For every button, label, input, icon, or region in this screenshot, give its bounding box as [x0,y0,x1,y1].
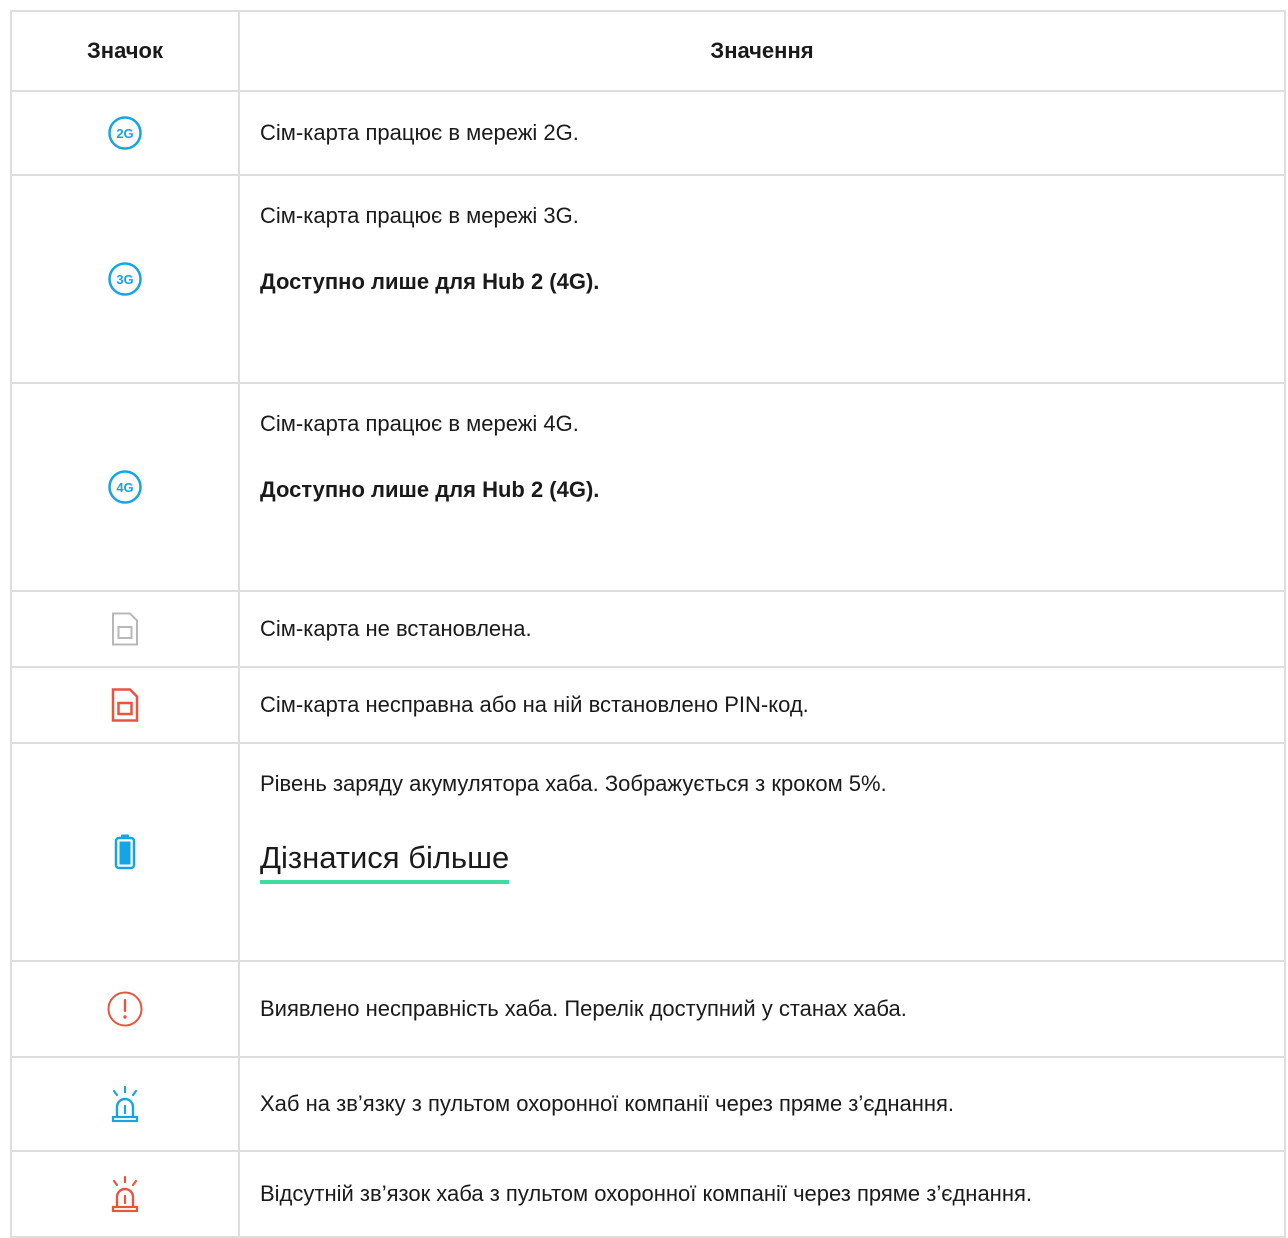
meaning-cell: Сім-карта не встановлена. [238,590,1286,668]
table-row: Рівень заряду акумулятора хаба. Зображує… [10,742,1286,962]
icon-cell [10,1056,240,1152]
icons-table: Значок Значення 2G Сім-карта працює в ме… [10,10,1286,1238]
table-row: Сім-карта не встановлена. [10,590,1286,668]
row-text: Сім-карта працює в мережі 4G. [260,411,579,436]
row-text: Сім-карта несправна або на ній встановле… [260,692,809,717]
meaning-cell: Сім-карта несправна або на ній встановле… [238,666,1286,744]
row-note: Доступно лише для Hub 2 (4G). [260,269,600,294]
learn-more-link[interactable]: Дізнатися більше [260,839,510,884]
meaning-cell: Сім-карта працює в мережі 3G. Доступно л… [238,174,1286,384]
meaning-cell: Виявлено несправність хаба. Перелік дост… [238,960,1286,1058]
battery-icon [114,834,136,870]
row-text: Хаб на зв’язку з пультом охоронної компа… [260,1091,955,1116]
network-badge-label: 2G [116,126,133,141]
icon-cell [10,960,240,1058]
meaning-cell: Відсутній зв’язок хаба з пультом охоронн… [238,1150,1286,1238]
icon-cell [10,666,240,744]
row-note: Доступно лише для Hub 2 (4G). [260,477,600,502]
table-row: Виявлено несправність хаба. Перелік дост… [10,960,1286,1058]
network-2g-icon: 2G [108,116,142,150]
table-row: 4G Сім-карта працює в мережі 4G. Доступн… [10,382,1286,592]
icon-cell [10,590,240,668]
table-row: Сім-карта несправна або на ній встановле… [10,666,1286,744]
meaning-cell: Сім-карта працює в мережі 4G. Доступно л… [238,382,1286,592]
network-badge-label: 4G [116,480,133,495]
meaning-cell: Сім-карта працює в мережі 2G. [238,90,1286,176]
row-text: Виявлено несправність хаба. Перелік дост… [260,996,907,1021]
icon-cell: 4G [10,382,240,592]
table-header-row: Значок Значення [10,10,1286,92]
icon-cell: 3G [10,174,240,384]
network-4g-icon: 4G [108,470,142,504]
row-text: Сім-карта не встановлена. [260,616,532,641]
sim-card-error-icon [111,688,139,722]
header-meaning: Значення [238,10,1286,92]
table-row: Хаб на зв’язку з пультом охоронної компа… [10,1056,1286,1152]
row-text: Рівень заряду акумулятора хаба. Зображує… [260,771,887,796]
alarm-disconnected-icon [111,1175,139,1213]
meaning-cell: Хаб на зв’язку з пультом охоронної компа… [238,1056,1286,1152]
alarm-connected-icon [111,1085,139,1123]
table-row: 2G Сім-карта працює в мережі 2G. [10,90,1286,176]
row-text: Сім-карта працює в мережі 2G. [260,120,579,145]
meaning-cell: Рівень заряду акумулятора хаба. Зображує… [238,742,1286,962]
header-icon: Значок [10,10,240,92]
icon-cell: 2G [10,90,240,176]
row-text: Сім-карта працює в мережі 3G. [260,203,579,228]
sim-card-missing-icon [112,612,138,646]
network-badge-label: 3G [116,272,133,287]
network-3g-icon: 3G [108,262,142,296]
table-row: Відсутній зв’язок хаба з пультом охоронн… [10,1150,1286,1238]
warning-icon [107,991,143,1027]
table-row: 3G Сім-карта працює в мережі 3G. Доступн… [10,174,1286,384]
icon-cell [10,1150,240,1238]
icon-cell [10,742,240,962]
row-text: Відсутній зв’язок хаба з пультом охоронн… [260,1181,1033,1206]
